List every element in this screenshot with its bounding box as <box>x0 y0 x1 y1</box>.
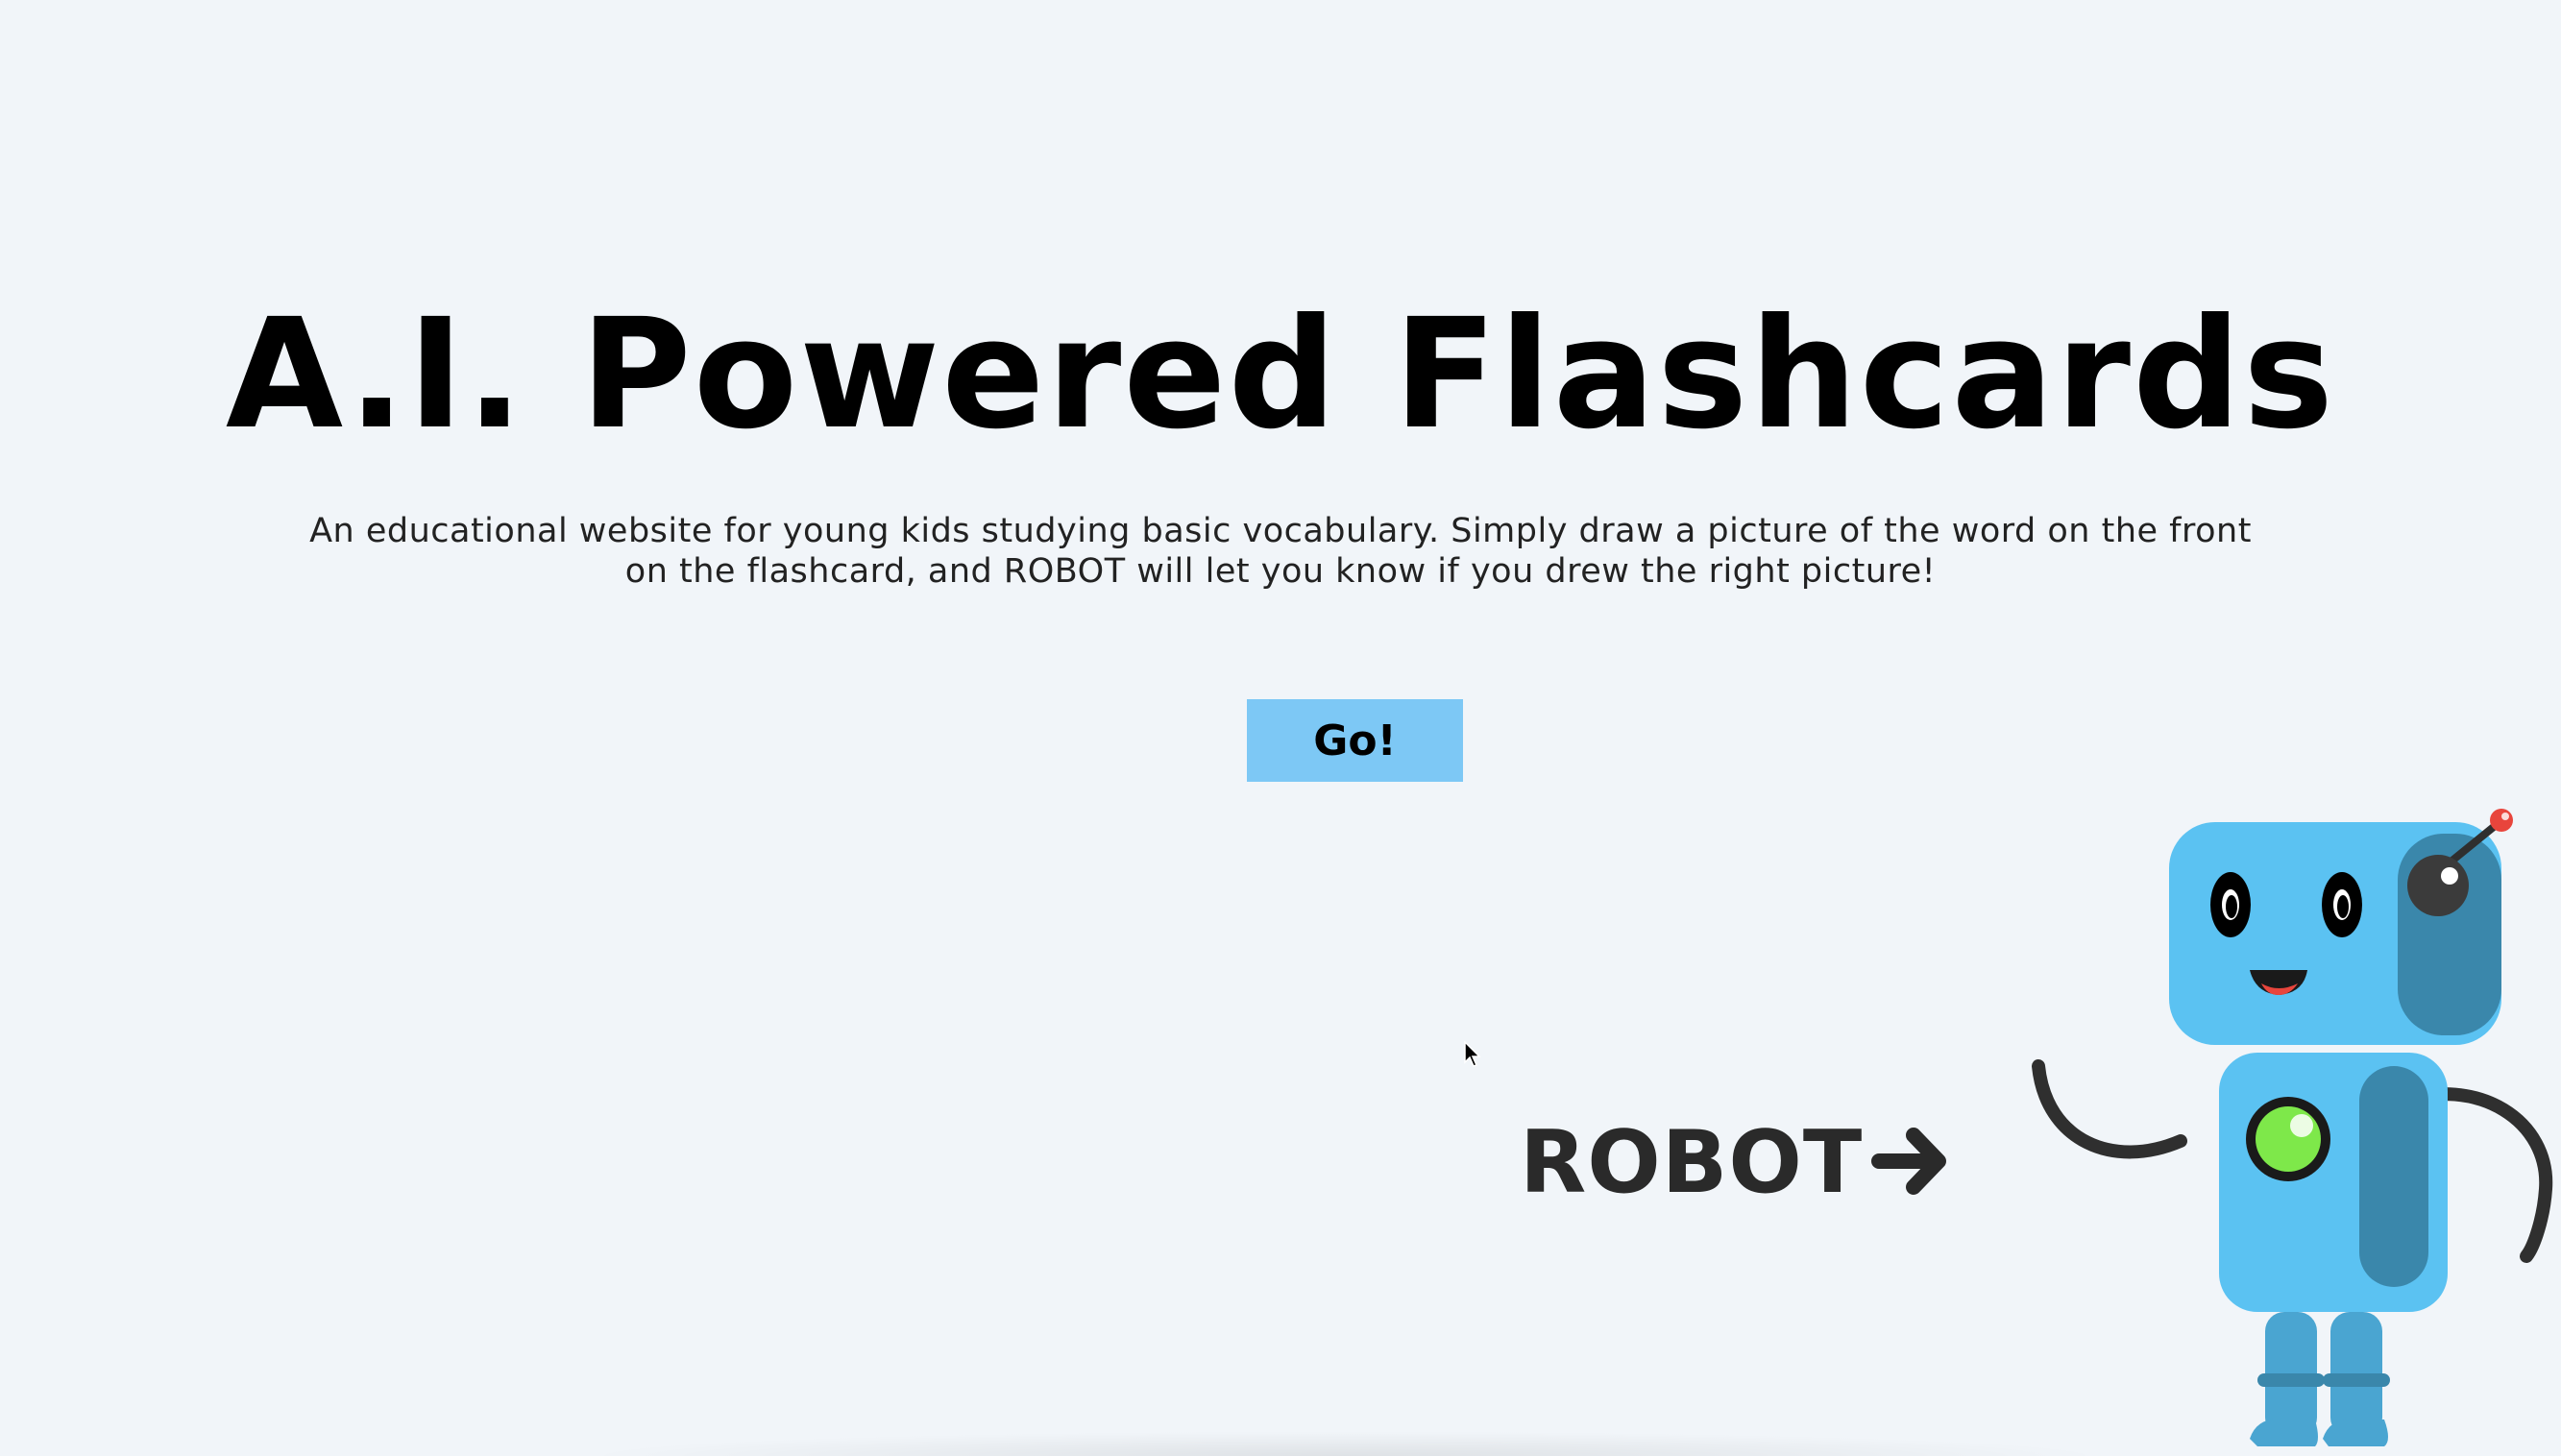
page-title: A.I. Powered Flashcards <box>225 286 2336 463</box>
arrow-right-icon <box>1871 1128 1946 1195</box>
bottom-shadow <box>576 1431 2113 1456</box>
robot-label: ROBOT <box>1520 1111 1864 1213</box>
robot-mascot-illustration <box>2032 809 2553 1446</box>
mouse-cursor-icon <box>1464 1041 1481 1067</box>
go-button[interactable]: Go! <box>1247 699 1463 782</box>
page-description: An educational website for young kids st… <box>309 512 2252 591</box>
